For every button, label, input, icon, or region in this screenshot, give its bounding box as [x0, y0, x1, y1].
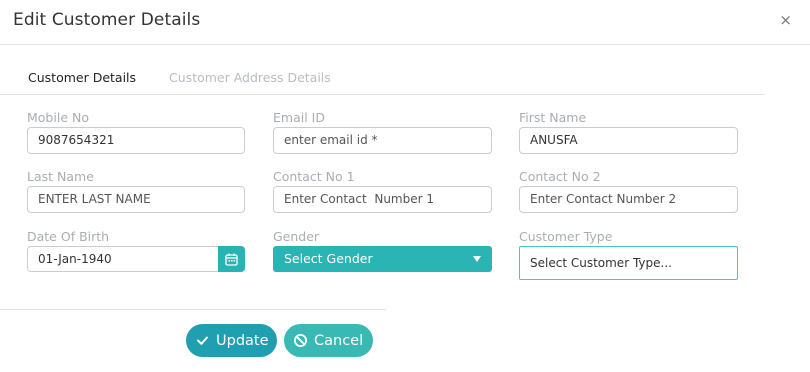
last-name-label: Last Name [27, 169, 94, 184]
update-button-label: Update [216, 332, 269, 349]
mobile-input[interactable]: 9087654321 [27, 127, 245, 154]
customer-type-select[interactable]: Select Customer Type... [519, 246, 738, 280]
update-button[interactable]: Update [186, 324, 277, 357]
footer-divider [0, 309, 386, 310]
first-name-label: First Name [519, 110, 587, 125]
modal-title: Edit Customer Details [13, 10, 201, 30]
cancel-button-label: Cancel [314, 332, 364, 349]
contact1-input[interactable]: Enter Contact Number 1 [273, 186, 492, 213]
customer-type-label: Customer Type [519, 229, 613, 244]
calendar-icon [225, 253, 238, 266]
tab-customer-details[interactable]: Customer Details [28, 70, 136, 85]
gender-label: Gender [273, 229, 320, 244]
tab-customer-address-details[interactable]: Customer Address Details [169, 70, 331, 85]
dob-input[interactable]: 01-Jan-1940 [27, 246, 219, 272]
mobile-label: Mobile No [27, 110, 89, 125]
email-label: Email ID [273, 110, 325, 125]
close-icon[interactable]: × [779, 13, 792, 28]
calendar-button[interactable] [218, 246, 245, 272]
contact1-label: Contact No 1 [273, 169, 355, 184]
cancel-circle-icon [293, 333, 308, 348]
gender-select[interactable]: Select Gender [273, 246, 492, 272]
modal-header: Edit Customer Details × [0, 0, 810, 45]
tab-bar: Customer Details Customer Address Detail… [0, 60, 765, 95]
contact2-label: Contact No 2 [519, 169, 601, 184]
first-name-input[interactable]: ANUSFA [519, 127, 738, 154]
dob-label: Date Of Birth [27, 229, 110, 244]
email-input[interactable]: enter email id * [273, 127, 492, 154]
contact2-input[interactable]: Enter Contact Number 2 [519, 186, 738, 213]
check-icon [195, 333, 210, 348]
cancel-button[interactable]: Cancel [284, 324, 373, 357]
chevron-down-icon [473, 256, 481, 262]
last-name-input[interactable]: ENTER LAST NAME [27, 186, 245, 213]
gender-select-value: Select Gender [284, 251, 373, 266]
